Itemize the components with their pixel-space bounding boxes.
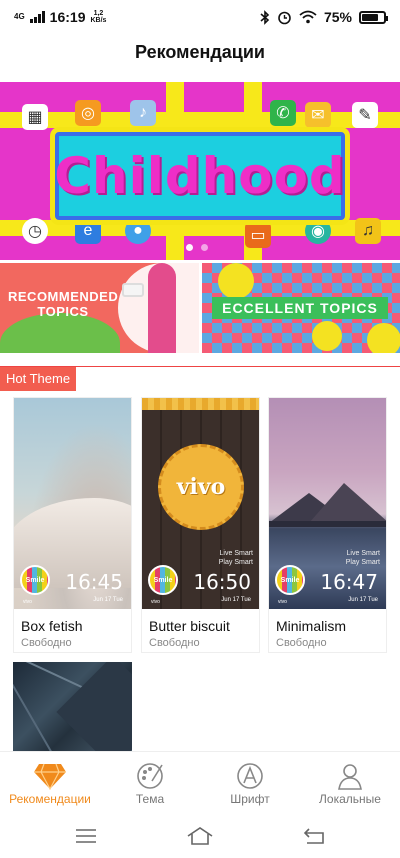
- carousel-indicator: [186, 244, 208, 251]
- nav-recommendations[interactable]: Рекомендации: [0, 752, 100, 813]
- calendar-icon: ▦: [22, 104, 48, 130]
- smile-badge: Smile: [148, 565, 178, 595]
- theme-preview: vivo Live Smart Play Smart Smile vivo 16…: [142, 398, 259, 609]
- network-indicator: 4G: [14, 13, 25, 21]
- network-speed: 1,2 KB/s: [90, 10, 107, 24]
- music-icon: ♫: [355, 218, 381, 244]
- banner-title: Childhood: [54, 147, 346, 205]
- nav-label: Шрифт: [230, 792, 270, 806]
- home-icon[interactable]: [186, 826, 214, 846]
- theme-date: Jun 17 Tue: [348, 597, 378, 603]
- contacts-icon: ●: [125, 218, 151, 244]
- smile-badge: Smile: [275, 565, 305, 595]
- theme-preview: Live Smart Play Smart Smile vivo 16:47 J…: [269, 398, 386, 609]
- earth-icon: ◉: [305, 218, 331, 244]
- system-navigation-bar: [0, 813, 400, 858]
- globe-icon: ◎: [75, 100, 101, 126]
- palette-icon: [137, 763, 163, 789]
- carousel-dot: [186, 244, 193, 251]
- banner-carousel[interactable]: ▦ ◎ ♪ ✆ ✉ ✎ ◷ e ● ▭ ◉ ♫ Childhood: [0, 82, 400, 260]
- person-icon: [338, 764, 362, 790]
- network-type: 4G: [14, 12, 25, 21]
- eccellent-topics-card[interactable]: ECCELLENT TOPICS: [202, 263, 400, 353]
- theme-card-box-fetish[interactable]: Smile vivo 16:45 Jun 17 Tue Box fetish С…: [13, 397, 132, 653]
- nav-label: Локальные: [319, 792, 381, 806]
- clock-icon: ◷: [22, 218, 48, 244]
- theme-date: Jun 17 Tue: [221, 597, 251, 603]
- nav-label: Тема: [135, 792, 165, 806]
- theme-clock: 16:50: [193, 570, 251, 594]
- banner-sign: Childhood: [54, 132, 346, 220]
- theme-clock: 16:45: [65, 570, 123, 594]
- theme-price: Свободно: [276, 637, 327, 649]
- bluetooth-icon: [260, 9, 270, 25]
- status-bar: 4G 16:19 1,2 KB/s 75%: [0, 0, 400, 34]
- hot-theme-label: Hot Theme: [0, 367, 77, 391]
- theme-card-partial[interactable]: [13, 662, 132, 752]
- bottom-navigation: Рекомендации Тема Шрифт Локальные: [0, 751, 400, 813]
- theme-date: Jun 17 Tue: [93, 597, 123, 603]
- nav-label: Рекомендации: [9, 792, 91, 806]
- diamond-icon: [34, 763, 66, 790]
- toolbox-icon: ▭: [245, 222, 271, 248]
- theme-name: Box fetish: [21, 618, 83, 634]
- battery-icon: [359, 10, 388, 24]
- eccellent-topics-label: ECCELLENT TOPICS: [212, 297, 388, 319]
- notepad-icon: ✎: [352, 102, 378, 128]
- page-title: Рекомендации: [135, 42, 265, 62]
- nav-local[interactable]: Локальные: [300, 752, 400, 813]
- nav-font[interactable]: Шрифт: [200, 752, 300, 813]
- recommended-topics-label: RECOMMENDED TOPICS: [8, 289, 119, 319]
- signal-icon: [29, 11, 45, 23]
- smile-badge: Smile: [20, 565, 50, 595]
- microphone-icon: ♪: [130, 100, 156, 126]
- theme-price: Свободно: [149, 637, 200, 649]
- biscuit-text: vivo: [176, 474, 226, 500]
- menu-icon[interactable]: [75, 828, 97, 844]
- back-icon[interactable]: [303, 827, 325, 845]
- mail-icon: ✉: [305, 102, 331, 128]
- alarm-icon: [278, 11, 291, 24]
- battery-percent: 75%: [323, 9, 352, 25]
- phone-icon: ✆: [270, 100, 296, 126]
- font-icon: [237, 763, 263, 789]
- recommended-topics-card[interactable]: RECOMMENDED TOPICS: [0, 263, 199, 353]
- carousel-dot: [201, 244, 208, 251]
- theme-clock: 16:47: [320, 570, 378, 594]
- theme-card-minimalism[interactable]: Live Smart Play Smart Smile vivo 16:47 J…: [268, 397, 387, 653]
- theme-preview: Smile vivo 16:45 Jun 17 Tue: [14, 398, 131, 609]
- nav-theme[interactable]: Тема: [100, 752, 200, 813]
- theme-price: Свободно: [21, 637, 72, 649]
- theme-name: Butter biscuit: [149, 618, 230, 634]
- theme-name: Minimalism: [276, 618, 346, 634]
- clock: 16:19: [49, 9, 86, 25]
- wifi-icon: [299, 10, 317, 24]
- theme-card-butter-biscuit[interactable]: vivo Live Smart Play Smart Smile vivo 16…: [141, 397, 260, 653]
- browser-icon: e: [75, 218, 101, 244]
